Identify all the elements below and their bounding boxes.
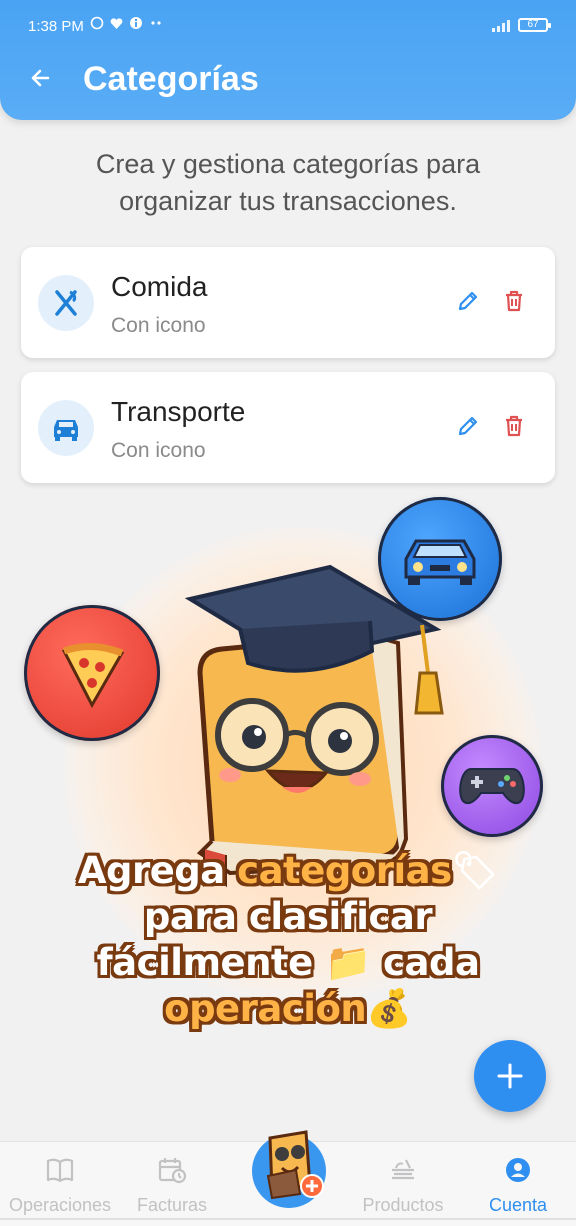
nav-item-facturas[interactable]: Facturas — [112, 1156, 232, 1216]
gamepad-bubble-icon — [441, 735, 543, 837]
nav-label: Facturas — [136, 1195, 208, 1215]
car-icon — [54, 420, 78, 441]
battery-icon: 67 — [518, 18, 551, 32]
home-indicator — [0, 1218, 576, 1220]
category-subtitle: Con icono — [111, 314, 206, 337]
promo-line-4: operación💰 — [0, 986, 576, 1032]
nav-item-productos[interactable]: Productos — [343, 1156, 463, 1216]
delete-trash-icon[interactable] — [501, 413, 527, 439]
category-card-comida[interactable]: Comida Con icono — [21, 247, 555, 358]
restaurant-icon — [55, 290, 77, 316]
category-subtitle: Con icono — [111, 439, 206, 462]
back-arrow-icon[interactable] — [26, 62, 58, 94]
promo-highlight: operación — [164, 987, 367, 1030]
edit-pencil-icon[interactable] — [455, 413, 481, 439]
mascot-add-icon — [266, 1130, 324, 1200]
promo-line-3: fácilmente 📁 cada — [0, 940, 576, 986]
promo-text-segment: fácilmente — [96, 941, 326, 984]
promo-text: Agrega categorías🏷 para clasificar fácil… — [0, 848, 576, 1032]
signal-icon — [492, 18, 510, 32]
promo-text-segment: cada — [370, 941, 480, 984]
calendar-clock-icon — [158, 1158, 187, 1184]
delete-trash-icon[interactable] — [501, 288, 527, 314]
status-system-icons: 67 — [492, 18, 551, 32]
more-dots-icon — [151, 21, 161, 25]
category-name: Transporte — [111, 396, 246, 427]
promo-line-1: Agrega categorías🏷 — [0, 848, 576, 894]
account-icon — [506, 1158, 530, 1182]
book-icon — [46, 1158, 74, 1183]
category-icon-badge — [38, 275, 94, 331]
status-time: 1:38 PM — [28, 18, 84, 35]
nav-label: Cuenta — [488, 1195, 548, 1215]
nav-label: Operaciones — [8, 1195, 112, 1215]
promo-illustration: Agrega categorías🏷 para clasificar fácil… — [0, 495, 576, 1055]
heart-icon — [110, 17, 123, 29]
pizza-icon — [61, 643, 125, 709]
bottom-navigation: Operaciones Facturas Productos Cuenta — [0, 1130, 576, 1226]
book-mascot-icon — [184, 564, 444, 888]
money-bag-icon: 💰 — [366, 987, 412, 1030]
gamepad-icon — [459, 768, 525, 805]
promo-text-segment: Agrega — [77, 849, 238, 892]
tag-icon: 🏷 — [451, 849, 499, 892]
category-card-transporte[interactable]: Transporte Con icono — [21, 372, 555, 483]
category-icon-badge — [38, 400, 94, 456]
promo-highlight: categorías — [237, 849, 452, 892]
food-tray-icon — [392, 1159, 414, 1180]
nav-label: Productos — [362, 1195, 444, 1215]
nav-item-cuenta[interactable]: Cuenta — [458, 1156, 576, 1216]
nav-item-operaciones[interactable]: Operaciones — [0, 1156, 120, 1216]
whatsapp-icon — [90, 16, 104, 30]
pizza-bubble-icon — [24, 605, 160, 741]
plus-icon — [497, 1063, 523, 1089]
folder-icon: 📁 — [325, 941, 371, 984]
page-title: Categorías — [83, 60, 259, 98]
info-icon — [130, 17, 142, 29]
status-bar: 1:38 PM 67 — [0, 0, 576, 54]
category-name: Comida — [111, 271, 208, 302]
nav-center-mascot-button[interactable] — [252, 1130, 326, 1208]
promo-line-2: para clasificar — [143, 895, 433, 938]
intro-text: Crea y gestiona categorías para organiza… — [95, 149, 481, 216]
add-category-button[interactable] — [474, 1040, 546, 1112]
status-notification-icons — [90, 16, 165, 30]
app-bar: 1:38 PM 67 Categorías — [0, 0, 576, 120]
edit-pencil-icon[interactable] — [455, 288, 481, 314]
